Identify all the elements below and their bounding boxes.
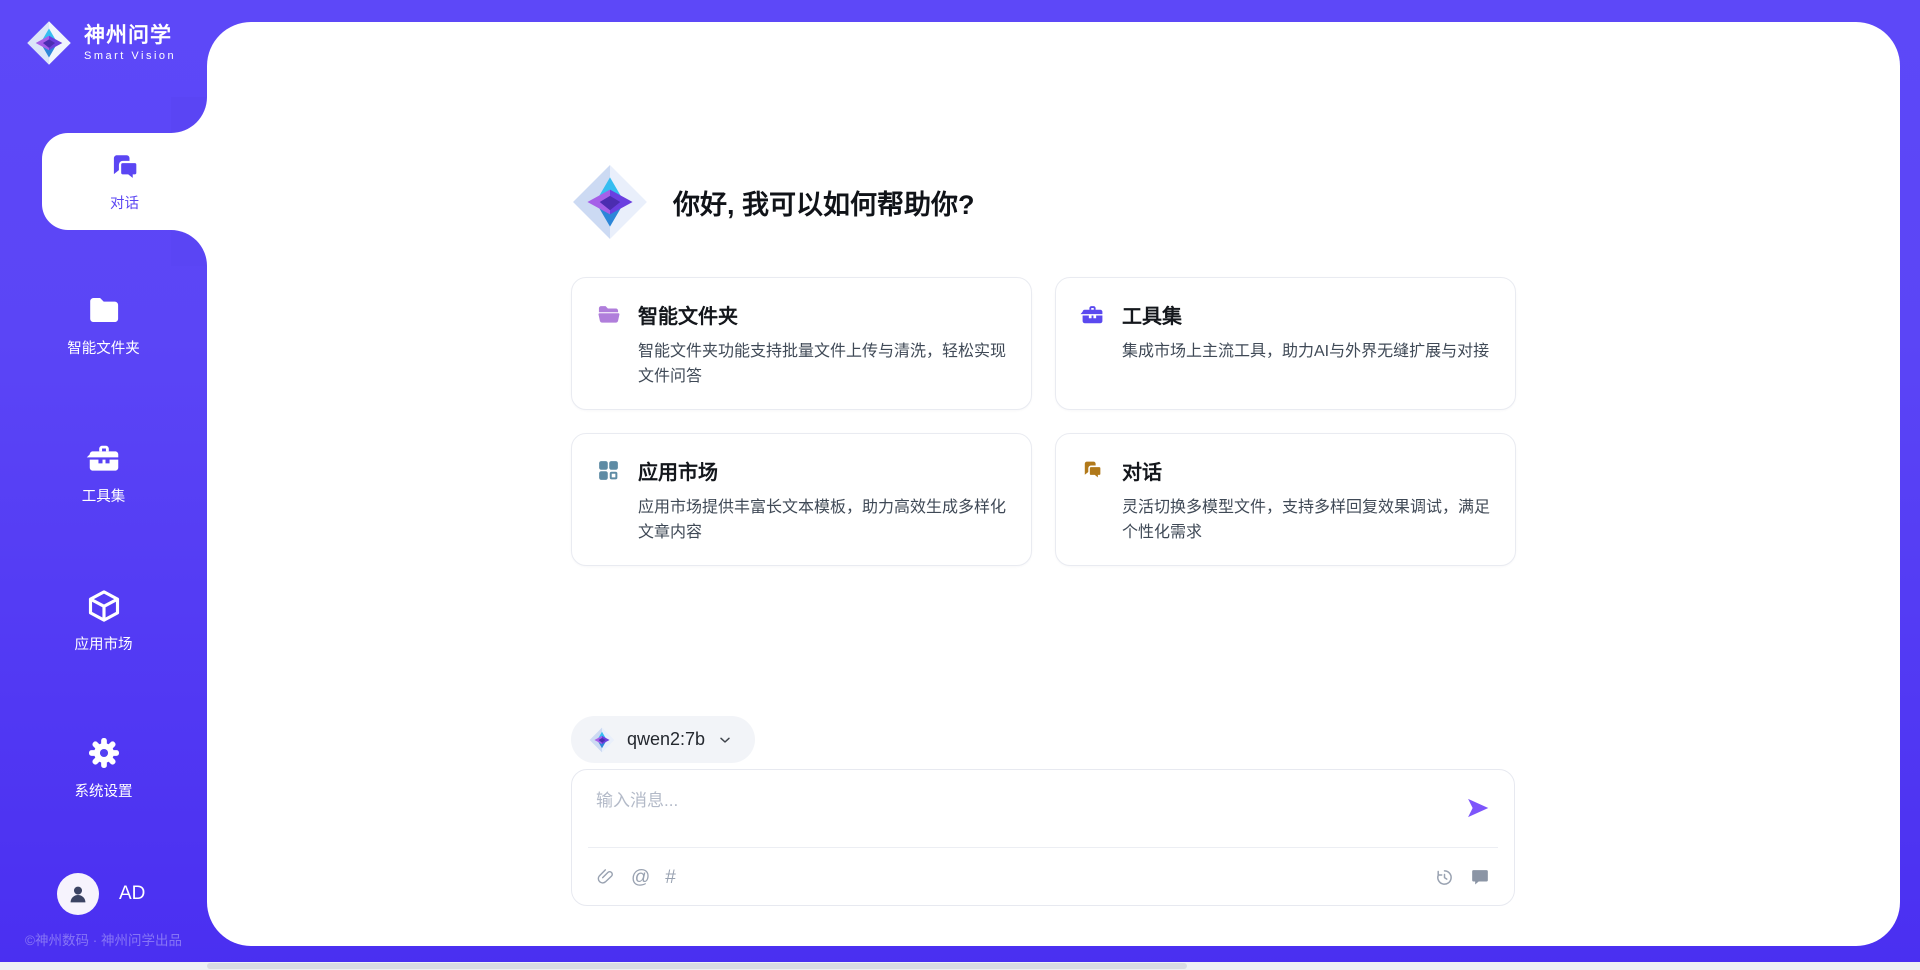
chat-icon: [1080, 458, 1105, 483]
composer-toolbar: @ #: [596, 862, 1490, 892]
folder-icon: [86, 292, 122, 328]
attach-button[interactable]: [596, 867, 616, 887]
composer-divider: [588, 847, 1498, 848]
card-title: 应用市场: [638, 456, 718, 485]
sidebar-item-smart-folder[interactable]: 智能文件夹: [4, 292, 203, 370]
brand: 神州问学 Smart Vision: [26, 20, 176, 66]
folder-open-icon: [596, 302, 621, 327]
card-description: 智能文件夹功能支持批量文件上传与清洗，轻松实现文件问答: [638, 339, 1007, 389]
card-title: 智能文件夹: [638, 300, 738, 329]
toolbox-icon: [86, 440, 122, 476]
comments-button[interactable]: [1470, 867, 1490, 887]
message-input[interactable]: [596, 786, 1434, 846]
card-description: 灵活切换多模型文件，支持多样回复效果调试，满足个性化需求: [1122, 495, 1491, 545]
chevron-down-icon: [717, 732, 733, 748]
model-name: qwen2:7b: [627, 729, 705, 750]
sidebar-item-label: 工具集: [82, 485, 126, 506]
card-description: 集成市场上主流工具，助力AI与外界无缝扩展与对接: [1122, 339, 1491, 364]
sidebar-item-label: 系统设置: [75, 780, 133, 801]
card-chat[interactable]: 对话 灵活切换多模型文件，支持多样回复效果调试，满足个性化需求: [1055, 433, 1516, 566]
mention-button[interactable]: @: [631, 868, 650, 887]
card-title: 工具集: [1122, 300, 1182, 329]
card-app-market[interactable]: 应用市场 应用市场提供丰富长文本模板，助力高效生成多样化文章内容: [571, 433, 1032, 566]
main-panel: 你好, 我可以如何帮助你? 智能文件夹 智能文件夹功能支持批量文件上传与清洗，轻…: [207, 22, 1900, 946]
copyright-text: ©神州数码 · 神州问学出品: [0, 929, 207, 949]
app-logo-icon: [571, 163, 649, 241]
send-icon: [1464, 794, 1492, 822]
sidebar-item-chat[interactable]: 对话: [42, 133, 207, 230]
cube-icon: [86, 588, 122, 624]
sidebar-item-settings[interactable]: 系统设置: [4, 735, 203, 813]
card-description: 应用市场提供丰富长文本模板，助力高效生成多样化文章内容: [638, 495, 1007, 545]
brand-logo-icon: [26, 20, 72, 66]
at-icon: @: [631, 868, 650, 887]
topic-button[interactable]: #: [665, 868, 676, 887]
card-toolset[interactable]: 工具集 集成市场上主流工具，助力AI与外界无缝扩展与对接: [1055, 277, 1516, 410]
card-title: 对话: [1122, 456, 1162, 485]
model-selector[interactable]: qwen2:7b: [571, 716, 755, 763]
avatar: [57, 873, 99, 915]
grid-icon: [596, 458, 621, 483]
tab-fillet-bottom: [171, 230, 207, 266]
hero: 你好, 我可以如何帮助你?: [571, 163, 975, 241]
message-composer: @ #: [571, 769, 1515, 906]
card-smart-folder[interactable]: 智能文件夹 智能文件夹功能支持批量文件上传与清洗，轻松实现文件问答: [571, 277, 1032, 410]
paperclip-icon: [596, 867, 616, 887]
toolbox-icon: [1080, 302, 1105, 327]
gear-icon: [86, 735, 122, 771]
sidebar-item-app-market[interactable]: 应用市场: [4, 588, 203, 666]
sidebar-item-label: 智能文件夹: [67, 337, 140, 358]
sidebar-item-toolset[interactable]: 工具集: [4, 440, 203, 518]
scrollbar-thumb[interactable]: [207, 963, 1187, 969]
hash-icon: #: [665, 868, 676, 887]
tab-fillet-top: [171, 97, 207, 133]
brand-subtitle: Smart Vision: [84, 50, 176, 62]
feature-cards: 智能文件夹 智能文件夹功能支持批量文件上传与清洗，轻松实现文件问答 工具集 集成…: [571, 277, 1517, 566]
brand-name: 神州问学: [84, 24, 176, 48]
greeting-title: 你好, 我可以如何帮助你?: [673, 183, 975, 222]
history-icon: [1434, 867, 1455, 888]
horizontal-scrollbar[interactable]: [0, 962, 1920, 970]
sidebar-item-label: 对话: [110, 192, 139, 213]
user-name: AD: [119, 883, 145, 905]
send-button[interactable]: [1464, 794, 1492, 822]
sidebar-item-label: 应用市场: [75, 633, 133, 654]
history-button[interactable]: [1434, 867, 1455, 888]
model-logo-icon: [589, 727, 615, 753]
chat-icon: [107, 150, 143, 186]
sidebar: 神州问学 Smart Vision 对话 智能文件夹 工具集: [0, 0, 207, 970]
person-icon: [66, 882, 90, 906]
comment-icon: [1470, 867, 1490, 887]
user-profile[interactable]: AD: [57, 873, 145, 915]
